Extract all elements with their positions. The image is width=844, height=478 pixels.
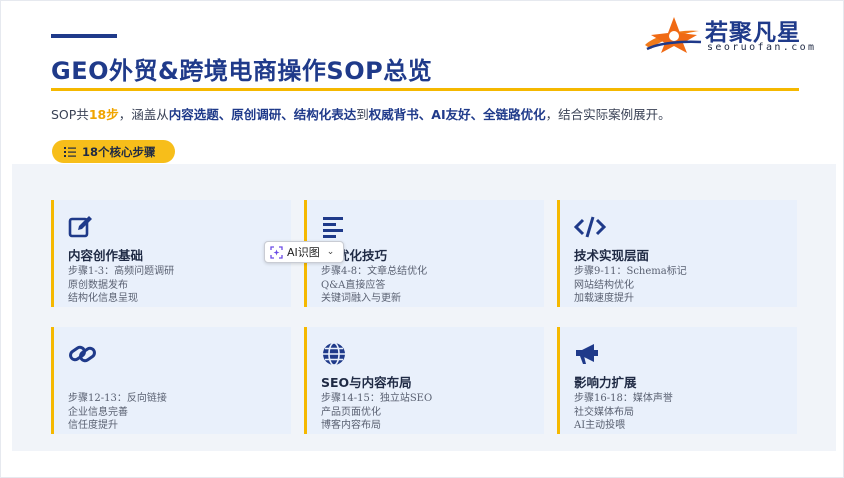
card-line: 步骤16-18：媒体声誉 bbox=[574, 393, 673, 404]
intro-part: ，涵盖从 bbox=[118, 107, 169, 122]
card-line: 加载速度提升 bbox=[574, 293, 634, 304]
card-line: 步骤4-8：文章总结优化 bbox=[321, 266, 428, 277]
card-line: 网站结构优化 bbox=[574, 279, 634, 291]
card-lines: 步骤12-13：反向链接 企业信息完善 信任度提升 bbox=[68, 392, 167, 433]
ai-image-recognition-button[interactable]: AI识图 ⌄ bbox=[264, 241, 344, 263]
card-line: 企业信息完善 bbox=[68, 406, 128, 418]
intro-steps: 18步 bbox=[88, 107, 119, 122]
card-lines: 步骤9-11：Schema标记 网站结构优化 加载速度提升 bbox=[574, 265, 687, 306]
card-line: 结构化信息呈现 bbox=[68, 293, 138, 304]
card-line: 步骤1-3：高频问题调研 bbox=[68, 266, 175, 277]
card-line: 信任度提升 bbox=[68, 420, 118, 431]
intro-part: ，结合实际案例展开。 bbox=[545, 107, 671, 122]
top-accent-bar bbox=[51, 34, 117, 38]
card-title: 影响力扩展 bbox=[574, 375, 637, 390]
card-line: 关键词融入与更新 bbox=[321, 293, 401, 304]
card-line: 步骤9-11：Schema标记 bbox=[574, 266, 687, 277]
core-steps-badge: 18个核心步骤 bbox=[52, 140, 175, 163]
logo-en-text: seoruofan.com bbox=[707, 42, 817, 53]
card-line: AI主动投喂 bbox=[574, 420, 626, 431]
align-left-icon bbox=[323, 217, 343, 238]
card-line: 步骤12-13：反向链接 bbox=[68, 393, 167, 404]
card-line: Q&A直接应答 bbox=[321, 279, 386, 291]
card-title: 技术实现层面 bbox=[574, 248, 650, 263]
card-title: 内容创作基础 bbox=[68, 248, 144, 263]
intro-text: SOP共18步，涵盖从内容选题、原创调研、结构化表达到权威背书、AI友好、全链路… bbox=[51, 104, 671, 123]
card-line: 原创数据发布 bbox=[68, 279, 128, 291]
ai-scan-icon bbox=[270, 245, 283, 259]
link-icon bbox=[69, 345, 96, 363]
intro-part: 到 bbox=[356, 107, 369, 122]
brand-logo: 若聚凡星 seoruofan.com bbox=[641, 11, 831, 57]
card-lines: 步骤16-18：媒体声誉 社交媒体布局 AI主动投喂 bbox=[574, 392, 673, 433]
card-title: SEO与内容布局 bbox=[321, 375, 412, 390]
edit-icon bbox=[68, 216, 92, 238]
card-line: 社交媒体布局 bbox=[574, 406, 634, 418]
card-lines: 步骤4-8：文章总结优化 Q&A直接应答 关键词融入与更新 bbox=[321, 265, 427, 306]
card-lines: 步骤14-15：独立站SEO 产品页面优化 博客内容布局 bbox=[321, 392, 432, 433]
card-lines: 步骤1-3：高频问题调研 原创数据发布 结构化信息呈现 bbox=[68, 265, 174, 306]
card-backlinks: 步骤12-13：反向链接 企业信息完善 信任度提升 bbox=[51, 327, 291, 434]
core-steps-label: 18个核心步骤 bbox=[82, 144, 156, 159]
card-influence: 影响力扩展 步骤16-18：媒体声誉 社交媒体布局 AI主动投喂 bbox=[557, 327, 797, 434]
intro-part: SOP共 bbox=[51, 107, 89, 122]
ai-popup-label: AI识图 bbox=[287, 246, 320, 259]
card-title: 优化技巧 bbox=[337, 248, 388, 263]
page-title: GEO外贸&跨境电商操作SOP总览 bbox=[51, 57, 433, 85]
card-line: 博客内容布局 bbox=[321, 420, 381, 431]
code-icon bbox=[574, 216, 606, 238]
card-line: 步骤14-15：独立站SEO bbox=[321, 393, 433, 404]
megaphone-icon bbox=[576, 344, 598, 364]
card-technical: 技术实现层面 步骤9-11：Schema标记 网站结构优化 加载速度提升 bbox=[557, 200, 797, 307]
card-seo-layout: SEO与内容布局 步骤14-15：独立站SEO 产品页面优化 博客内容布局 bbox=[304, 327, 544, 434]
intro-keywords-2: 权威背书、AI友好、全链路优化 bbox=[368, 107, 546, 122]
star-logo-icon bbox=[645, 17, 702, 53]
globe-icon bbox=[323, 342, 345, 366]
slide: GEO外贸&跨境电商操作SOP总览 若聚凡星 seoruofan.com SOP… bbox=[0, 0, 844, 478]
card-line: 产品页面优化 bbox=[321, 406, 381, 418]
title-underline bbox=[51, 88, 799, 91]
intro-keywords-1: 内容选题、原创调研、结构化表达 bbox=[168, 107, 357, 122]
card-content-basics: 内容创作基础 步骤1-3：高频问题调研 原创数据发布 结构化信息呈现 bbox=[51, 200, 291, 307]
chevron-down-icon[interactable]: ⌄ bbox=[327, 247, 335, 257]
list-ordered-icon bbox=[64, 146, 76, 157]
